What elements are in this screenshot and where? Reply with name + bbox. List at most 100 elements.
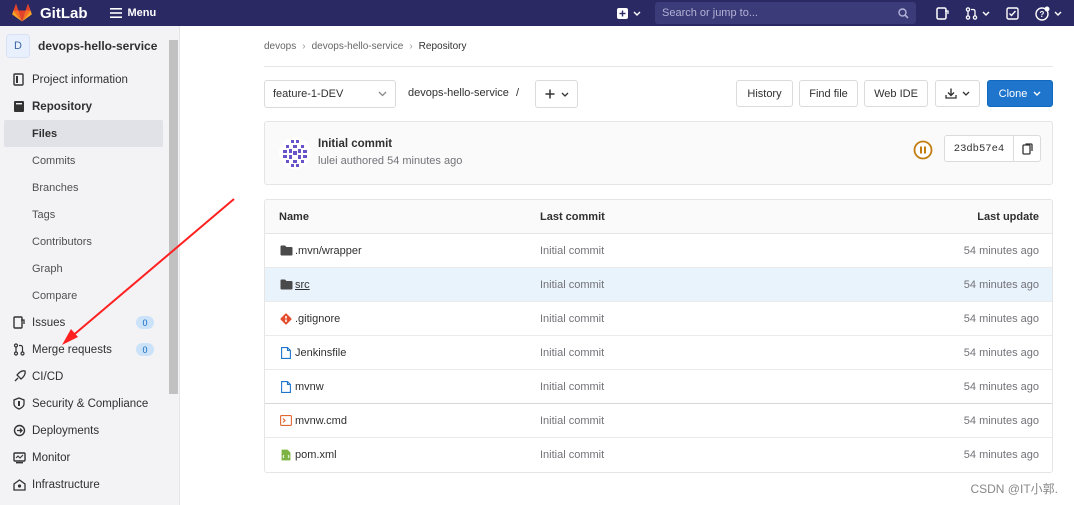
table-row[interactable]: pom.xml Initial commit 54 minutes ago — [265, 438, 1052, 472]
table-row[interactable]: mvnw.cmd Initial commit 54 minutes ago — [265, 404, 1052, 438]
repo-path-separator: / — [515, 87, 520, 99]
sidebar-item-security-compliance[interactable]: Security & Compliance — [0, 390, 179, 417]
breadcrumb-item-project[interactable]: devops-hello-service — [312, 41, 404, 52]
sidebar-item-deployments[interactable]: Deployments — [0, 417, 179, 444]
file-name[interactable]: src — [295, 279, 310, 291]
web-ide-button[interactable]: Web IDE — [864, 80, 928, 107]
monitor-icon — [12, 451, 26, 465]
repo-toolbar: feature-1-DEV devops-hello-service / His… — [264, 80, 1053, 108]
chevron-down-icon — [378, 91, 387, 97]
commit-sha-group: 23db57e4 — [944, 135, 1041, 162]
merge-request-icon — [12, 343, 26, 357]
plus-icon — [545, 89, 554, 99]
find-file-button[interactable]: Find file — [799, 80, 858, 107]
table-header: Name Last commit Last update — [265, 200, 1052, 234]
sidebar-item-label: Project information — [32, 73, 128, 86]
file-name[interactable]: .mvn/wrapper — [295, 245, 362, 257]
pipeline-paused-icon[interactable] — [913, 140, 933, 160]
chevron-down-icon — [982, 11, 990, 16]
file-last-commit[interactable]: Initial commit — [540, 279, 604, 291]
sidebar-item-cicd[interactable]: CI/CD — [0, 363, 179, 390]
file-last-commit[interactable]: Initial commit — [540, 313, 604, 325]
breadcrumb: devops › devops-hello-service › Reposito… — [264, 39, 466, 53]
file-icon — [279, 346, 293, 360]
sidebar-item-label: Security & Compliance — [32, 397, 149, 410]
hamburger-icon — [109, 8, 122, 18]
file-name[interactable]: mvnw — [295, 381, 324, 393]
sidebar-subitem-commits[interactable]: Commits — [0, 147, 179, 174]
gitlab-logo[interactable]: GitLab — [12, 4, 88, 22]
sidebar-item-label: Issues — [32, 316, 66, 329]
table-row[interactable]: mvnw Initial commit 54 minutes ago — [265, 370, 1052, 404]
main-content: devops › devops-hello-service › Reposito… — [264, 26, 1053, 505]
help-nav-button[interactable]: ? — [1035, 6, 1062, 21]
file-last-commit[interactable]: Initial commit — [540, 415, 604, 427]
sidebar-item-infrastructure[interactable]: Infrastructure — [0, 471, 179, 498]
clone-label: Clone — [998, 87, 1028, 100]
file-last-update: 54 minutes ago — [963, 278, 1039, 291]
top-navbar: GitLab Menu ? — [0, 0, 1074, 26]
history-button[interactable]: History — [736, 80, 793, 107]
plus-square-icon — [617, 7, 628, 19]
sidebar-item-label: Merge requests — [32, 343, 112, 356]
breadcrumb-item-group[interactable]: devops — [264, 41, 296, 52]
sidebar-item-monitor[interactable]: Monitor — [0, 444, 179, 471]
author-avatar[interactable] — [279, 137, 311, 169]
file-name[interactable]: .gitignore — [295, 313, 340, 325]
sidebar-item-label: Repository — [32, 100, 93, 113]
file-last-update: 54 minutes ago — [963, 312, 1039, 325]
breadcrumb-divider — [264, 66, 1053, 67]
clone-button[interactable]: Clone — [987, 80, 1053, 107]
file-last-commit[interactable]: Initial commit — [540, 245, 604, 257]
table-row[interactable]: .mvn/wrapper Initial commit 54 minutes a… — [265, 234, 1052, 268]
sidebar-subitem-label: Tags — [32, 208, 56, 221]
svg-text:?: ? — [1040, 10, 1045, 19]
sidebar-project-header[interactable]: D devops-hello-service — [0, 26, 179, 66]
file-last-commit[interactable]: Initial commit — [540, 347, 604, 359]
issues-nav-button[interactable] — [936, 6, 949, 20]
brand-name: GitLab — [40, 4, 88, 22]
column-header-last-commit: Last commit — [540, 210, 605, 223]
search-box[interactable] — [655, 2, 916, 24]
merge-requests-nav-button[interactable] — [965, 6, 990, 20]
sidebar-item-merge-requests[interactable]: Merge requests 0 — [0, 336, 179, 363]
table-row[interactable]: src Initial commit 54 minutes ago — [265, 268, 1052, 302]
commit-title[interactable]: Initial commit — [318, 138, 392, 150]
file-last-commit[interactable]: Initial commit — [540, 381, 604, 393]
copy-sha-button[interactable] — [1014, 136, 1040, 161]
sidebar-item-repository[interactable]: Repository — [0, 93, 179, 120]
deployments-icon — [12, 424, 26, 438]
chevron-down-icon — [962, 91, 970, 96]
add-to-tree-button[interactable] — [535, 80, 578, 108]
sidebar-subitem-branches[interactable]: Branches — [0, 174, 179, 201]
table-row[interactable]: Jenkinsfile Initial commit 54 minutes ag… — [265, 336, 1052, 370]
file-last-commit[interactable]: Initial commit — [540, 449, 604, 461]
file-name[interactable]: pom.xml — [295, 449, 337, 461]
sidebar-subitem-files[interactable]: Files — [4, 120, 163, 147]
issues-icon — [936, 6, 949, 20]
new-dropdown[interactable] — [617, 7, 641, 19]
chevron-down-icon — [633, 11, 641, 16]
sidebar-subitem-graph[interactable]: Graph — [0, 255, 179, 282]
sidebar-item-issues[interactable]: Issues 0 — [0, 309, 179, 336]
sidebar-item-label: Monitor — [32, 451, 71, 464]
column-header-last-update: Last update — [977, 210, 1039, 223]
menu-button[interactable]: Menu — [109, 7, 156, 19]
breadcrumb-item-current[interactable]: Repository — [419, 41, 467, 52]
repo-path-root[interactable]: devops-hello-service — [408, 87, 509, 99]
sidebar-subitem-contributors[interactable]: Contributors — [0, 228, 179, 255]
git-icon — [279, 312, 293, 326]
file-name[interactable]: Jenkinsfile — [295, 347, 346, 359]
file-icon — [279, 380, 293, 394]
column-header-name: Name — [279, 210, 309, 223]
download-button[interactable] — [935, 80, 980, 107]
branch-selector[interactable]: feature-1-DEV — [264, 80, 396, 108]
sidebar-item-project-information[interactable]: Project information — [0, 66, 179, 93]
sidebar-subitem-tags[interactable]: Tags — [0, 201, 179, 228]
search-input[interactable] — [662, 7, 898, 19]
sidebar-subitem-compare[interactable]: Compare — [0, 282, 179, 309]
table-row[interactable]: .gitignore Initial commit 54 minutes ago — [265, 302, 1052, 336]
file-name[interactable]: mvnw.cmd — [295, 415, 347, 427]
todos-nav-button[interactable] — [1006, 6, 1019, 20]
commit-sha[interactable]: 23db57e4 — [945, 136, 1014, 161]
